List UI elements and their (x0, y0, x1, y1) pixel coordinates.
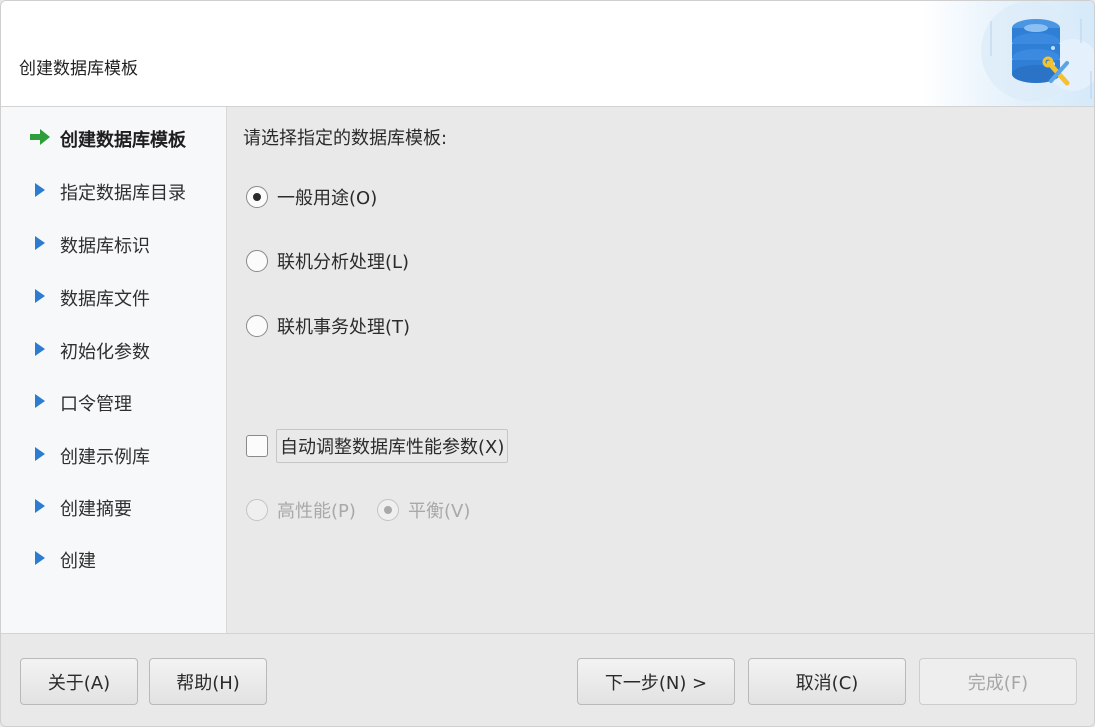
step-database-identity: 数据库标识 (1, 223, 227, 263)
step-label: 口令管理 (60, 394, 132, 415)
auto-tune-checkbox-row[interactable]: 自动调整数据库性能参数(X) (246, 429, 509, 463)
page-title: 创建数据库模板 (19, 59, 138, 79)
blue-triangle-icon (29, 339, 51, 359)
step-label: 初始化参数 (60, 342, 150, 363)
radio-button[interactable] (246, 499, 268, 521)
radio-label: 联机事务处理(T) (277, 317, 411, 338)
radio-olap[interactable]: 联机分析处理(L) (246, 248, 409, 274)
step-label: 创建摘要 (60, 499, 132, 520)
step-init-params: 初始化参数 (1, 329, 227, 369)
step-database-directory: 指定数据库目录 (1, 170, 227, 210)
blue-triangle-icon (29, 233, 51, 253)
database-tool-banner-icon (921, 1, 1094, 106)
next-button[interactable]: 下一步(N) > (577, 658, 735, 705)
step-label: 数据库文件 (60, 289, 150, 310)
auto-tune-checkbox[interactable] (246, 435, 268, 457)
radio-button[interactable] (246, 186, 268, 208)
radio-label: 平衡(V) (408, 501, 471, 522)
blue-triangle-icon (29, 391, 51, 411)
wizard-steps-sidebar: 创建数据库模板 指定数据库目录 数据库标识 数据库文件 初始化参数 口令管理 创… (1, 107, 227, 633)
radio-label: 高性能(P) (277, 501, 356, 522)
blue-triangle-icon (29, 548, 51, 568)
step-password-management: 口令管理 (1, 381, 227, 421)
step-label: 指定数据库目录 (60, 183, 186, 204)
blue-triangle-icon (29, 444, 51, 464)
green-arrow-icon (29, 127, 51, 147)
template-prompt: 请选择指定的数据库模板: (243, 128, 448, 149)
step-database-files: 数据库文件 (1, 276, 227, 316)
about-button[interactable]: 关于(A) (20, 658, 138, 705)
auto-tune-label: 自动调整数据库性能参数(X) (276, 429, 509, 463)
step-create: 创建 (1, 538, 227, 578)
dialog-footer: 关于(A) 帮助(H) 下一步(N) > 取消(C) 完成(F) (1, 633, 1094, 726)
cancel-button[interactable]: 取消(C) (748, 658, 906, 705)
blue-triangle-icon (29, 496, 51, 516)
step-create-template: 创建数据库模板 (1, 117, 227, 157)
radio-button[interactable] (377, 499, 399, 521)
help-button[interactable]: 帮助(H) (149, 658, 267, 705)
radio-label: 联机分析处理(L) (277, 252, 410, 273)
radio-button[interactable] (246, 250, 268, 272)
step-label: 创建示例库 (60, 447, 150, 468)
finish-button[interactable]: 完成(F) (919, 658, 1077, 705)
step-label: 数据库标识 (60, 236, 150, 257)
dialog-window: 创建数据库模板 创建数据库模板 指定数据库目录 数据库标识 数据库文件 初始化参… (0, 0, 1095, 727)
step-summary: 创建摘要 (1, 486, 227, 526)
radio-oltp[interactable]: 联机事务处理(T) (246, 313, 410, 339)
radio-balanced[interactable]: 平衡(V) (377, 497, 470, 523)
blue-triangle-icon (29, 180, 51, 200)
radio-high-performance[interactable]: 高性能(P) (246, 497, 356, 523)
main-panel: 请选择指定的数据库模板: 一般用途(O) 联机分析处理(L) 联机事务处理(T)… (228, 107, 1094, 633)
radio-general-purpose[interactable]: 一般用途(O) (246, 184, 377, 210)
step-label: 创建数据库模板 (60, 130, 186, 151)
blue-triangle-icon (29, 286, 51, 306)
step-label: 创建 (60, 551, 96, 572)
radio-button[interactable] (246, 315, 268, 337)
radio-label: 一般用途(O) (277, 188, 378, 209)
dialog-header: 创建数据库模板 (1, 1, 1094, 107)
step-sample-database: 创建示例库 (1, 434, 227, 474)
